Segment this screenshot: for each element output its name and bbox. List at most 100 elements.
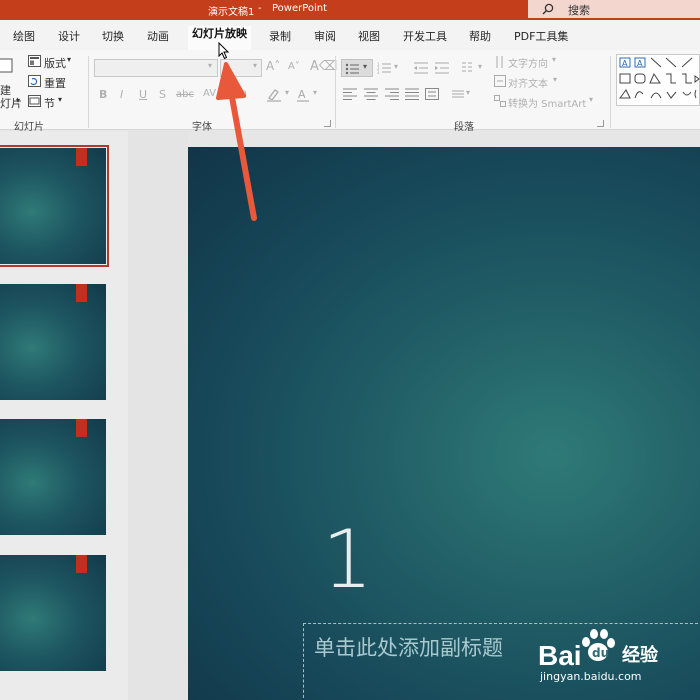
watermark-suffix: 经验 (622, 645, 658, 666)
svg-text:A: A (637, 59, 643, 68)
distributed-icon[interactable] (425, 88, 439, 100)
svg-text:A: A (622, 59, 628, 68)
paragraph-group-label: 段落 (454, 122, 474, 133)
shadow-button[interactable]: S (159, 88, 166, 101)
slide-title-number[interactable]: 1 (322, 520, 373, 600)
font-name-box[interactable] (94, 59, 218, 77)
thumbnail-red-tag (76, 555, 87, 573)
columns-icon[interactable] (460, 61, 474, 75)
smartart-icon[interactable] (494, 95, 506, 107)
increase-indent-icon[interactable] (435, 62, 449, 74)
decrease-font-icon[interactable]: A˅ (288, 61, 300, 72)
powerpoint-window: 演示文稿1 - PowerPoint 搜索 绘图 设计 切换 动画 幻灯片放映 … (0, 0, 700, 700)
columns-dropdown[interactable]: ▾ (478, 62, 482, 71)
watermark-brand: Bai (538, 640, 582, 671)
line-spacing-icon[interactable] (452, 90, 464, 98)
strikethrough-button[interactable]: abc (176, 89, 194, 100)
thumbnail-red-tag (76, 419, 87, 437)
font-color-icon[interactable]: A (296, 87, 310, 103)
search-icon (542, 3, 554, 15)
tab-review[interactable]: 审阅 (314, 28, 336, 44)
tab-transitions[interactable]: 切换 (102, 28, 124, 44)
section-icon[interactable] (28, 95, 41, 107)
group-divider (335, 56, 336, 128)
highlight-icon[interactable] (266, 87, 282, 103)
reset-icon[interactable] (28, 75, 41, 87)
align-text-dropdown[interactable]: ▾ (553, 75, 557, 84)
decrease-indent-icon[interactable] (414, 62, 428, 74)
font-size-dropdown[interactable]: ▾ (253, 61, 257, 70)
bullets-button[interactable]: ▾ (341, 59, 373, 77)
font-name-dropdown[interactable]: ▾ (208, 61, 212, 70)
tab-record[interactable]: 录制 (269, 28, 291, 44)
slide-thumbnail-4[interactable] (0, 555, 106, 671)
char-spacing-icon[interactable]: AV (203, 88, 216, 99)
text-direction-button[interactable]: 文字方向 (508, 55, 548, 70)
layout-button[interactable]: 版式 (44, 55, 66, 71)
clear-format-icon[interactable]: A⌫ (310, 59, 337, 74)
slide-canvas[interactable] (188, 147, 700, 700)
shapes-gallery[interactable]: A A (616, 54, 700, 106)
font-color-dropdown[interactable]: ▾ (313, 88, 317, 97)
ribbon: 建 灯片 ▾ 版式 ▾ 重置 节 ▾ 幻灯片 ▾ ▾ A˄ A˅ A⌫ B I … (0, 50, 700, 133)
tab-view[interactable]: 视图 (358, 28, 380, 44)
font-group-label: 字体 (192, 122, 212, 133)
bold-button[interactable]: B (99, 88, 107, 101)
workspace-gutter (128, 131, 188, 700)
section-dropdown[interactable]: ▾ (58, 95, 62, 104)
layout-icon[interactable] (28, 55, 41, 67)
search-box[interactable]: 搜索 (528, 0, 700, 18)
numbering-dropdown[interactable]: ▾ (394, 62, 398, 71)
font-dialog-launcher[interactable] (324, 120, 331, 127)
title-bar: 演示文稿1 - PowerPoint 搜索 (0, 0, 700, 20)
group-divider (88, 56, 89, 128)
tab-pdf-tools[interactable]: PDF工具集 (514, 28, 568, 44)
align-right-icon[interactable] (385, 88, 399, 100)
tab-help[interactable]: 帮助 (469, 28, 491, 44)
align-text-button[interactable]: 对齐文本 (508, 75, 548, 90)
align-center-icon[interactable] (364, 88, 378, 100)
slide-thumbnail-panel (0, 131, 128, 700)
svg-text:A: A (298, 88, 306, 101)
line-spacing-dropdown[interactable]: ▾ (466, 88, 470, 97)
increase-font-icon[interactable]: A˄ (266, 59, 280, 73)
italic-button[interactable]: I (120, 88, 123, 101)
watermark-url: jingyan.baidu.com (540, 670, 642, 683)
underline-button[interactable]: U (139, 88, 147, 101)
convert-smartart-button[interactable]: 转换为 SmartArt (508, 95, 586, 110)
reset-button[interactable]: 重置 (44, 75, 66, 91)
text-direction-icon[interactable] (494, 55, 506, 69)
baidu-paw-icon: du (582, 629, 615, 661)
text-direction-dropdown[interactable]: ▾ (552, 55, 556, 64)
new-slide-icon[interactable] (0, 58, 14, 74)
justify-icon[interactable] (405, 88, 419, 100)
ribbon-tabs: 绘图 设计 切换 动画 幻灯片放映 录制 审阅 视图 开发工具 帮助 PDF工具… (0, 20, 700, 50)
paragraph-dialog-launcher[interactable] (597, 120, 604, 127)
numbering-icon[interactable]: 123 (377, 62, 391, 74)
slide-thumbnail-3[interactable] (0, 419, 106, 535)
thumbnail-red-tag (76, 148, 87, 166)
thumbnail-red-tag (76, 284, 87, 302)
svg-text:3: 3 (377, 70, 380, 74)
svg-text:du: du (592, 646, 609, 660)
group-divider (610, 56, 611, 128)
search-label: 搜索 (568, 4, 590, 17)
highlight-dropdown[interactable]: ▾ (285, 88, 289, 97)
document-title: 演示文稿1 (208, 7, 255, 18)
tab-draw[interactable]: 绘图 (13, 28, 35, 44)
slide-thumbnail-2[interactable] (0, 284, 106, 400)
bullets-dropdown[interactable]: ▾ (363, 62, 367, 71)
title-separator: - (258, 3, 262, 14)
slide-thumbnail-1[interactable] (0, 145, 109, 267)
smartart-dropdown[interactable]: ▾ (589, 95, 593, 104)
new-slide-dropdown[interactable]: ▾ (16, 96, 20, 105)
section-button[interactable]: 节 (44, 95, 55, 111)
align-text-icon[interactable] (494, 75, 506, 87)
app-name: PowerPoint (272, 3, 328, 14)
layout-dropdown[interactable]: ▾ (67, 55, 71, 64)
tab-developer[interactable]: 开发工具 (403, 28, 447, 44)
tab-design[interactable]: 设计 (58, 28, 80, 44)
tab-animations[interactable]: 动画 (147, 28, 169, 44)
change-case-icon[interactable]: Aa (234, 88, 247, 99)
align-left-icon[interactable] (343, 88, 357, 100)
